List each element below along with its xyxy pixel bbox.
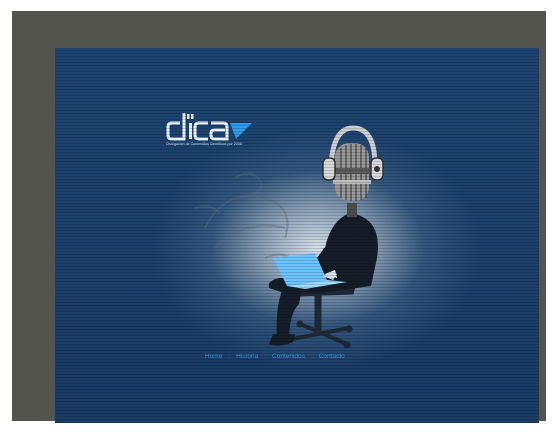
page-frame: Divulgación de Contenidos Científicos po… — [12, 11, 546, 423]
podcast-person-illustration — [194, 125, 384, 348]
nav-separator: : — [310, 353, 313, 360]
nav-link-historia[interactable]: Historia — [236, 353, 258, 360]
main-nav: Home : Historia : Contenidos : Contacto — [205, 353, 345, 360]
nav-link-home[interactable]: Home — [205, 353, 222, 360]
microphone-icon — [333, 143, 371, 217]
nav-separator: : — [264, 353, 267, 360]
nav-link-contacto[interactable]: Contacto — [319, 353, 345, 360]
main-panel: Divulgación de Contenidos Científicos po… — [55, 48, 539, 423]
nav-link-contenidos[interactable]: Contenidos — [272, 353, 305, 360]
decorative-swirl-icon — [194, 172, 306, 269]
nav-separator: : — [228, 353, 231, 360]
